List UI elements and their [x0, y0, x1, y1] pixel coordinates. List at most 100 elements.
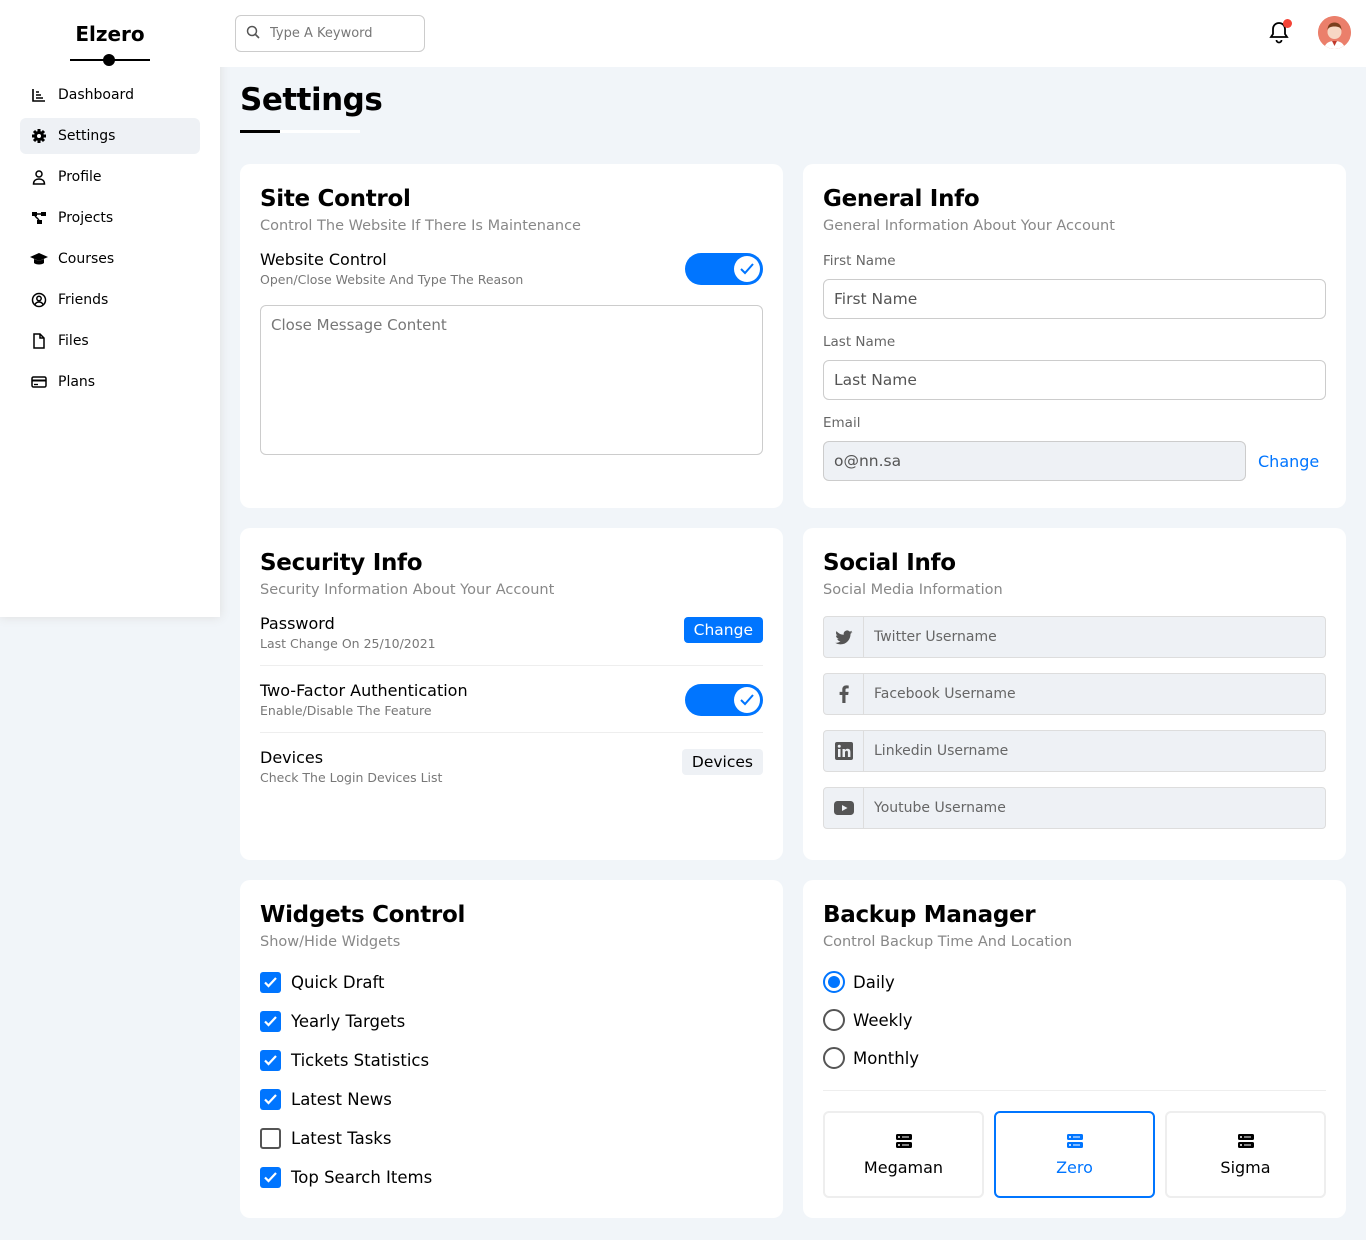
card-title: Site Control [260, 186, 411, 212]
first-name-label: First Name [823, 253, 896, 269]
server-option-megaman[interactable]: Megaman [823, 1111, 984, 1198]
radio-unselected[interactable] [823, 1047, 845, 1069]
close-message-textarea[interactable] [260, 305, 763, 455]
last-name-label: Last Name [823, 334, 896, 350]
checkbox-checked[interactable] [260, 1089, 281, 1110]
header [220, 0, 1366, 67]
linkedin-icon [824, 731, 864, 771]
devices-label: Devices [260, 748, 324, 767]
last-name-field[interactable] [823, 360, 1326, 400]
youtube-input[interactable] [864, 788, 1325, 828]
change-password-button[interactable]: Change [683, 616, 763, 643]
avatar[interactable] [1318, 16, 1351, 49]
facebook-input[interactable] [864, 674, 1325, 714]
gear-icon [30, 127, 48, 145]
twofa-row: Two-Factor Authentication Enable/Disable… [260, 666, 763, 732]
widget-label: Yearly Targets [291, 1012, 406, 1031]
checkbox-checked[interactable] [260, 972, 281, 993]
sidebar-item-files[interactable]: Files [20, 323, 200, 359]
widget-option: Latest News [260, 1080, 763, 1119]
sidebar-item-projects[interactable]: Projects [20, 200, 200, 236]
website-control-toggle[interactable] [685, 252, 763, 285]
backup-manager-card: Backup Manager Control Backup Time And L… [803, 880, 1346, 1218]
radio-label: Weekly [853, 1010, 913, 1030]
server-option-sigma[interactable]: Sigma [1165, 1111, 1326, 1198]
checkbox-checked[interactable] [260, 1167, 281, 1188]
radio-selected[interactable] [823, 971, 845, 993]
server-icon [1237, 1133, 1254, 1152]
widget-option: Quick Draft [260, 963, 763, 1002]
security-info-card: Security Info Security Information About… [240, 528, 783, 860]
card-title: General Info [823, 186, 980, 212]
site-control-card: Site Control Control The Website If Ther… [240, 164, 783, 508]
sidebar-item-friends[interactable]: Friends [20, 282, 200, 318]
email-field [823, 441, 1246, 481]
widget-option: Tickets Statistics [260, 1041, 763, 1080]
backup-servers: Megaman Zero Sigma [823, 1111, 1326, 1198]
sidebar-item-settings[interactable]: Settings [20, 118, 200, 154]
checkbox-checked[interactable] [260, 1011, 281, 1032]
logo-underline [70, 54, 150, 66]
server-icon [1066, 1133, 1083, 1152]
server-icon [895, 1133, 912, 1152]
diagram-icon [30, 209, 48, 227]
card-title: Social Info [823, 550, 956, 576]
website-control-desc: Open/Close Website And Type The Reason [260, 272, 524, 287]
checkbox-unchecked[interactable] [260, 1128, 281, 1149]
credit-card-icon [30, 373, 48, 391]
sidebar-item-courses[interactable]: Courses [20, 241, 200, 277]
sidebar-item-label: Courses [58, 251, 115, 267]
password-label: Password [260, 614, 335, 633]
file-icon [30, 332, 48, 350]
card-title: Security Info [260, 550, 423, 576]
widget-label: Quick Draft [291, 973, 385, 992]
change-email-link[interactable]: Change [1258, 452, 1319, 471]
server-label: Megaman [863, 1157, 944, 1177]
youtube-icon [824, 788, 864, 828]
sidebar-item-profile[interactable]: Profile [20, 159, 200, 195]
first-name-field[interactable] [823, 279, 1326, 319]
twofa-toggle[interactable] [685, 683, 763, 716]
widget-option: Latest Tasks [260, 1119, 763, 1158]
twitter-icon [824, 617, 864, 657]
sidebar-item-label: Friends [58, 292, 109, 308]
youtube-field [823, 787, 1326, 829]
backup-frequency: Daily Weekly Monthly [823, 963, 1326, 1091]
server-option-zero[interactable]: Zero [994, 1111, 1155, 1198]
linkedin-input[interactable] [864, 731, 1325, 771]
linkedin-field [823, 730, 1326, 772]
radio-option-weekly: Weekly [823, 1001, 1326, 1039]
devices-row: Devices Check The Login Devices List Dev… [260, 733, 763, 785]
radio-label: Daily [853, 972, 895, 992]
checkbox-checked[interactable] [260, 1050, 281, 1071]
search-input[interactable] [270, 26, 410, 41]
twitter-input[interactable] [864, 617, 1325, 657]
devices-desc: Check The Login Devices List [260, 770, 443, 785]
sidebar-nav: Dashboard Settings Profile Projects Cour… [20, 77, 200, 400]
check-icon [734, 686, 760, 713]
email-label: Email [823, 415, 861, 431]
search-icon [246, 24, 260, 43]
twofa-label: Two-Factor Authentication [260, 681, 468, 700]
bell-icon [1268, 22, 1290, 48]
logo: Elzero [75, 22, 145, 46]
sidebar-item-dashboard[interactable]: Dashboard [20, 77, 200, 113]
twitter-field [823, 616, 1326, 658]
search-box[interactable] [235, 15, 425, 52]
notification-bell[interactable] [1268, 19, 1292, 48]
sidebar-item-label: Dashboard [58, 87, 134, 103]
sidebar-item-plans[interactable]: Plans [20, 364, 200, 400]
devices-button[interactable]: Devices [681, 748, 763, 775]
user-icon [30, 168, 48, 186]
widgets-control-card: Widgets Control Show/Hide Widgets Quick … [240, 880, 783, 1218]
radio-unselected[interactable] [823, 1009, 845, 1031]
server-label: Zero [1056, 1157, 1093, 1177]
widget-label: Tickets Statistics [291, 1051, 430, 1070]
radio-label: Monthly [853, 1048, 920, 1068]
sidebar-item-label: Settings [58, 128, 116, 144]
widget-label: Latest News [291, 1090, 392, 1109]
card-subtitle: Security Information About Your Account [260, 582, 555, 598]
radio-option-daily: Daily [823, 963, 1326, 1001]
social-fields [823, 616, 1326, 829]
card-title: Backup Manager [823, 902, 1036, 928]
